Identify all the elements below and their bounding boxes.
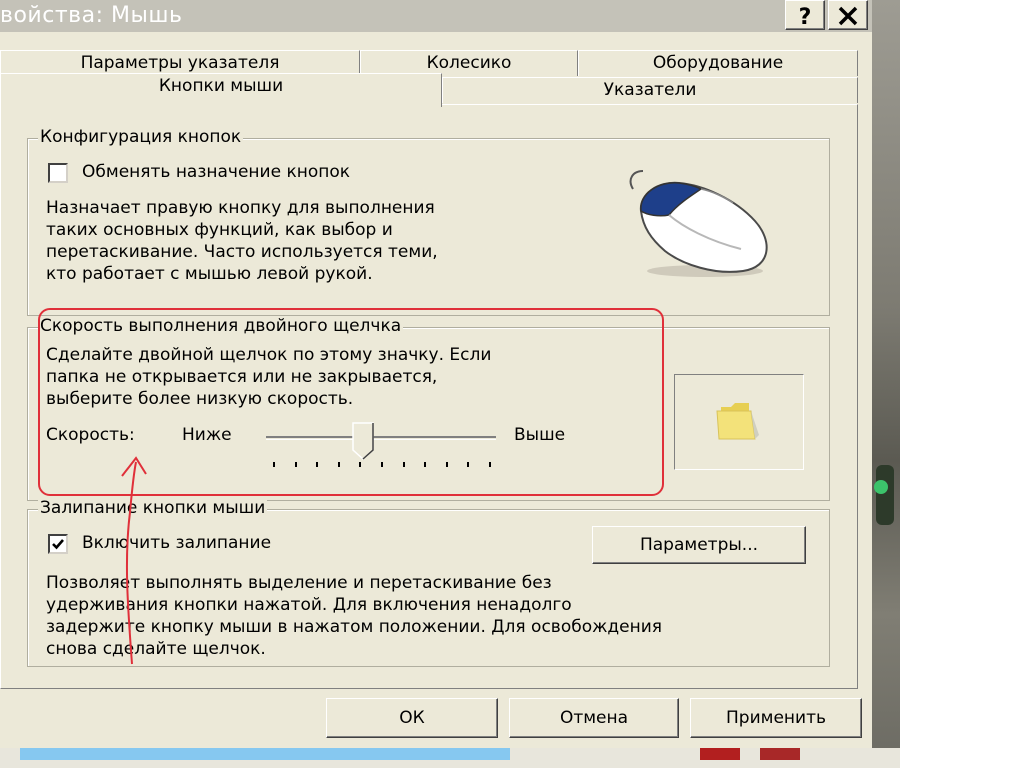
help-icon: ?	[799, 5, 812, 28]
tab-buttons[interactable]: Кнопки мыши	[0, 73, 442, 107]
close-button[interactable]	[828, 0, 868, 30]
mouse-properties-dialog: войства: Мышь ? Параметры указателя Коле…	[0, 0, 872, 748]
swap-buttons-label: Обменять назначение кнопок	[82, 162, 351, 182]
click-lock-label: Включить залипание	[82, 533, 272, 553]
folder-icon[interactable]	[715, 401, 765, 443]
mouse-image-icon	[629, 170, 768, 277]
speed-slider-thumb[interactable]	[351, 422, 374, 460]
tab-pointers[interactable]: Указатели	[442, 77, 858, 103]
slider-tick	[424, 462, 427, 467]
double-click-desc-line: выберите более низкую скорость.	[46, 389, 354, 409]
slider-tick	[467, 462, 470, 467]
slider-tick	[316, 462, 319, 467]
click-lock-desc-line: снова сделайте щелчок.	[46, 639, 266, 659]
slider-tick	[402, 462, 405, 467]
click-lock-desc-line: задержите кнопку мыши в нажатом положени…	[46, 617, 663, 637]
swap-buttons-checkbox[interactable]	[48, 163, 68, 183]
slider-tick	[445, 462, 448, 467]
tab-panel: Конфигурация кнопок Обменять назначение …	[0, 104, 858, 689]
double-click-legend: Скорость выполнения двойного щелчка	[38, 316, 404, 336]
button-config-desc-line: кто работает с мышью левой рукой.	[46, 264, 373, 284]
click-lock-desc-line: Позволяет выполнять выделение и перетаск…	[46, 573, 552, 593]
speed-label: Скорость:	[46, 425, 135, 445]
background-decoration	[876, 465, 894, 525]
speed-slider-track[interactable]	[266, 436, 496, 440]
background-decoration	[874, 480, 888, 494]
slider-tick	[381, 462, 383, 467]
apply-button[interactable]: Применить	[690, 698, 862, 738]
slider-tick	[294, 462, 297, 467]
background-decoration	[700, 748, 740, 760]
double-click-desc-line: папка не открывается или не закрывается,	[46, 367, 438, 387]
slider-tick	[489, 462, 491, 467]
ok-button[interactable]: ОК	[326, 698, 498, 738]
double-click-group: Скорость выполнения двойного щелчка Сдел…	[27, 316, 830, 501]
close-icon	[838, 6, 858, 26]
svg-text:?: ?	[799, 5, 812, 28]
slider-tick	[337, 462, 340, 467]
slider-tick	[359, 462, 362, 467]
background-desktop-strip	[872, 0, 900, 768]
slider-tick	[273, 462, 275, 467]
background-decoration	[760, 748, 800, 760]
double-click-desc-line: Сделайте двойной щелчок по этому значку.…	[46, 345, 492, 365]
click-lock-legend: Залипание кнопки мыши	[38, 498, 268, 518]
button-config-desc-line: перетаскивание. Часто используется теми,	[46, 242, 438, 262]
click-lock-checkbox[interactable]	[48, 534, 68, 554]
help-button[interactable]: ?	[785, 0, 825, 30]
button-config-group: Конфигурация кнопок Обменять назначение …	[27, 127, 830, 316]
test-folder-area[interactable]	[674, 374, 804, 470]
background-decoration	[20, 748, 510, 760]
checkmark-icon	[52, 539, 64, 550]
click-lock-group: Залипание кнопки мыши Включить залипание…	[27, 498, 830, 667]
title-bar[interactable]: войства: Мышь ?	[0, 0, 872, 32]
background-taskbar-strip	[0, 748, 900, 768]
button-config-legend: Конфигурация кнопок	[38, 127, 244, 147]
speed-low-label: Ниже	[182, 425, 232, 445]
cancel-button[interactable]: Отмена	[509, 698, 679, 738]
window-title: войства: Мышь	[0, 3, 183, 28]
tab-hardware[interactable]: Оборудование	[578, 50, 858, 76]
click-lock-desc-line: удерживания кнопки нажатой. Для включени…	[46, 595, 572, 615]
click-lock-settings-button[interactable]: Параметры...	[592, 526, 806, 564]
button-config-desc-line: таких основных функций, как выбор и	[46, 220, 393, 240]
button-config-desc-line: Назначает правую кнопку для выполнения	[46, 198, 435, 218]
speed-high-label: Выше	[514, 425, 566, 445]
speed-slider-ticks	[273, 462, 491, 468]
